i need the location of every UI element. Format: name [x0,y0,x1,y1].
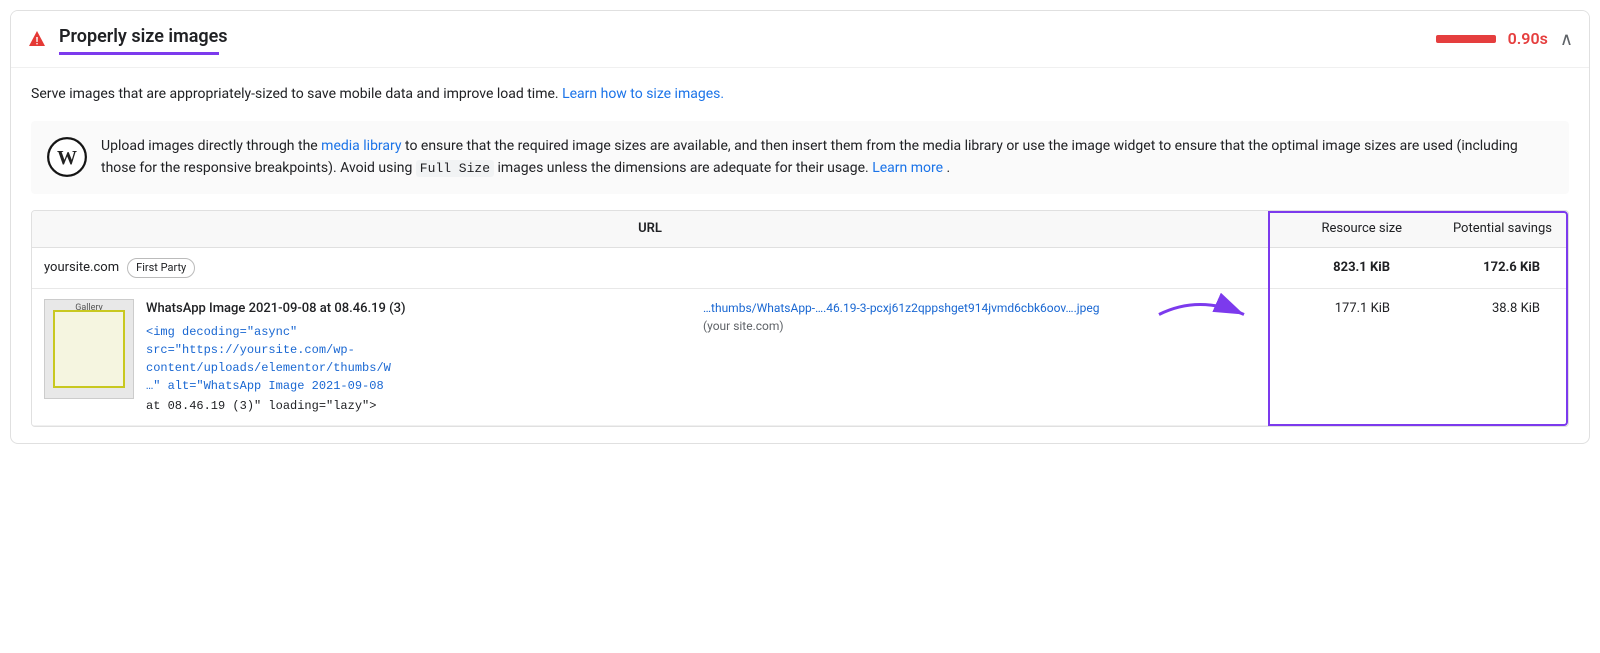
group-potential-savings: 172.6 KiB [1406,258,1556,278]
row-resource-size: 177.1 KiB [1256,299,1406,319]
learn-link[interactable]: Learn how to size images. [562,86,724,102]
group-values: 823.1 KiB 172.6 KiB [1256,258,1556,278]
row-text: WhatsApp Image 2021-09-08 at 08.46.19 (3… [146,299,691,415]
media-library-link[interactable]: media library [321,138,401,154]
thumbnail-inner [53,310,125,388]
header-right: 0.90s ∧ [1436,26,1573,53]
wordpress-note: W Upload images directly through the med… [31,121,1569,194]
svg-text:!: ! [36,37,39,48]
panel-title: Properly size images [59,23,1436,50]
image-title: WhatsApp Image 2021-09-08 at 08.46.19 (3… [146,299,691,319]
thumbnail: Gallery [44,299,134,399]
audit-panel: ! Properly size images 0.90s ∧ Serve ima… [10,10,1590,444]
panel-body: Serve images that are appropriately-size… [11,68,1589,443]
score-value: 0.90s [1508,27,1548,51]
group-header-row: yoursite.com First Party 823.1 KiB 172.6… [32,248,1568,290]
col-header-url: URL [32,219,1268,239]
table-row: Gallery WhatsApp Image 2021-09-08 at 08.… [32,289,1568,426]
data-table-container: URL Resource size Potential savings your… [31,210,1569,427]
table-header: URL Resource size Potential savings [32,211,1568,248]
title-underline [59,52,219,55]
learn-more-link[interactable]: Learn more [872,160,943,176]
url-data-col: …thumbs/WhatsApp-….46.19-3-pcxj61z2qppsh… [703,299,1256,335]
row-url-col: Gallery WhatsApp Image 2021-09-08 at 08.… [44,299,1256,415]
group-domain: yoursite.com [44,258,119,278]
data-table: URL Resource size Potential savings your… [31,210,1569,427]
group-resource-size: 823.1 KiB [1256,258,1406,278]
alt-text: at 08.46.19 (3)" loading="lazy"> [146,397,691,415]
row-potential-savings: 38.8 KiB [1406,299,1556,319]
panel-header: ! Properly size images 0.90s ∧ [11,11,1589,68]
fullsize-code: Full Size [416,160,494,177]
wp-note-text: Upload images directly through the media… [101,135,1553,180]
col-header-savings: Potential savings [1418,219,1568,239]
first-party-badge: First Party [127,258,195,279]
score-bar [1436,35,1496,43]
warning-icon: ! [27,29,47,49]
url-site: (your site.com) [703,317,1248,335]
col-header-resource: Resource size [1268,219,1418,239]
description-text: Serve images that are appropriately-size… [31,84,1569,105]
url-text: …thumbs/WhatsApp-….46.19-3-pcxj61z2qppsh… [703,299,1248,317]
title-column: Properly size images [59,23,1436,55]
collapse-button[interactable]: ∧ [1560,26,1573,53]
svg-text:W: W [57,147,77,169]
wordpress-logo: W [47,137,87,177]
group-domain-col: yoursite.com First Party [44,258,1256,279]
code-snippet: <img decoding="async" src="https://yours… [146,323,691,395]
